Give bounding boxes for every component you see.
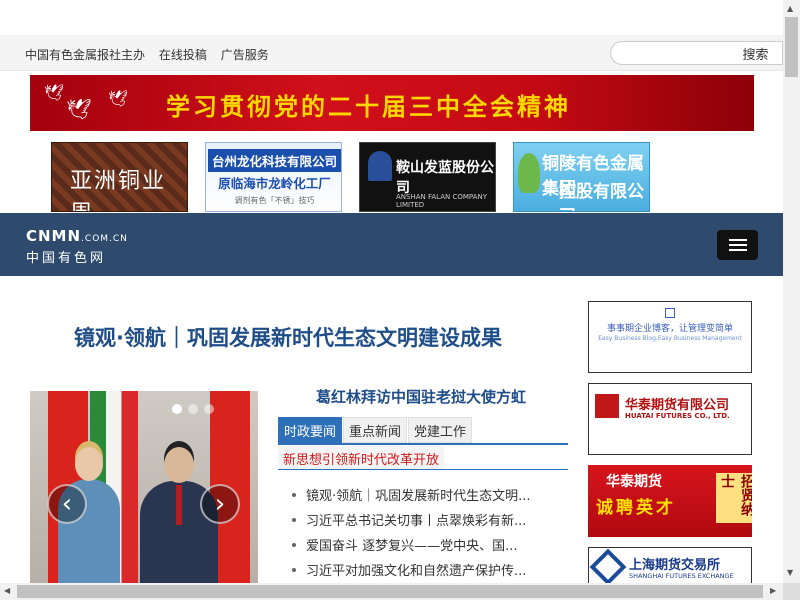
slider-dot[interactable]: [172, 404, 182, 414]
ad-text: 亚洲铜业周: [70, 169, 167, 211]
scrollbar-corner: [783, 583, 800, 600]
nav-bar: CNMN.COM.CN 中国有色网: [0, 213, 783, 276]
blog-logo-icon: [665, 308, 675, 318]
page: 中国有色金属报社主办 在线投稿 广告服务 搜索 🕊 🕊 🕊 学习贯彻党的二十届三…: [0, 0, 783, 583]
site-logo[interactable]: CNMN.COM.CN 中国有色网: [26, 227, 128, 266]
ad-enterprise-blog[interactable]: 事事期企业博客，让管理变简单 Easy Business Blog,Easy B…: [588, 301, 752, 373]
dove-icon: 🕊: [44, 83, 65, 102]
slider-prev-button[interactable]: ‹: [47, 484, 87, 524]
tab-politics[interactable]: 时政要闻: [278, 417, 343, 443]
top-links: 中国有色金属报社主办 在线投稿 广告服务: [25, 46, 279, 63]
shfe-logo-icon: [589, 548, 627, 583]
brand-en: CNMN: [26, 227, 82, 245]
slider-dot[interactable]: [204, 404, 214, 414]
huatai-logo-icon: [595, 394, 619, 418]
ad-text: 控股有限公司: [559, 182, 644, 211]
news-slider[interactable]: ‹ ›: [30, 391, 258, 583]
ad-text: 华泰期货有限公司: [625, 398, 730, 413]
ad-huatai-futures[interactable]: 华泰期货有限公司 HUATAI FUTURES CO., LTD.: [588, 383, 752, 455]
brand-domain: .COM.CN: [81, 234, 128, 244]
scroll-up-icon[interactable]: ▲: [787, 4, 793, 13]
scroll-right-icon[interactable]: ▶: [770, 586, 776, 595]
scroll-thumb[interactable]: [17, 585, 763, 598]
link-publisher[interactable]: 中国有色金属报社主办: [25, 48, 145, 62]
slider-dot[interactable]: [188, 404, 198, 414]
ad-text: ANSHAN FALAN COMPANY LIMITED: [396, 193, 487, 209]
link-ads[interactable]: 广告服务: [221, 48, 269, 62]
list-item[interactable]: 镜观·领航｜巩固发展新时代生态文明...: [292, 482, 562, 507]
ad-text: SHANGHAI FUTURES EXCHANGE: [629, 572, 734, 580]
top-bar: 中国有色金属报社主办 在线投稿 广告服务 搜索: [0, 35, 783, 71]
ad-text: Easy Business Blog,Easy Business Managem…: [598, 335, 742, 342]
dove-icon: 🕊: [108, 89, 129, 108]
news-tabs: 时政要闻 重点新闻 党建工作: [278, 417, 473, 443]
ad-longhua[interactable]: 台州龙化科技有限公司 原临海市龙岭化工厂 调剂有色「不锈」技巧: [205, 142, 342, 212]
search-input[interactable]: [610, 41, 730, 65]
ad-asia-copper-week[interactable]: 亚洲铜业周: [51, 142, 188, 212]
scroll-down-icon[interactable]: ▼: [787, 568, 793, 577]
list-item[interactable]: 习近平总书记关切事丨点翠焕彩有新...: [292, 507, 562, 532]
list-item[interactable]: 爱国奋斗 逐梦复兴——党中央、国...: [292, 532, 562, 557]
banner-text: 学习贯彻党的二十届三中全会精神: [166, 92, 571, 121]
divider: [278, 469, 568, 470]
brand-cn: 中国有色网: [26, 251, 107, 266]
ad-text: 华泰期货: [606, 474, 662, 490]
search-button[interactable]: 搜索: [729, 41, 783, 65]
ad-text: 调剂有色「不锈」技巧: [234, 196, 315, 205]
ad-text: 上海期货交易所: [629, 558, 721, 573]
featured-link[interactable]: 新思想引领新时代改革开放: [278, 446, 445, 470]
ad-text: 原临海市龙岭化工厂: [218, 176, 331, 191]
ad-shfe[interactable]: 上海期货交易所 SHANGHAI FUTURES EXCHANGE: [588, 547, 752, 583]
hamburger-menu-icon[interactable]: [717, 230, 758, 260]
top-banner[interactable]: 🕊 🕊 🕊 学习贯彻党的二十届三中全会精神: [30, 75, 754, 131]
tab-key-news[interactable]: 重点新闻: [343, 417, 408, 443]
tab-party-building[interactable]: 党建工作: [408, 417, 473, 443]
sub-headline[interactable]: 葛红林拜访中国驻老挝大使方虹: [316, 386, 526, 407]
vertical-scrollbar[interactable]: ▲ ▼: [783, 0, 800, 583]
leaf-logo-icon: [518, 153, 540, 193]
scroll-thumb[interactable]: [785, 17, 798, 77]
tab-underline: [278, 443, 568, 445]
ad-anshan-falan[interactable]: 鞍山发蓝股份公司 ANSHAN FALAN COMPANY LIMITED: [359, 142, 496, 212]
main-headline[interactable]: 镜观·领航｜巩固发展新时代生态文明建设成果: [74, 322, 502, 352]
slider-dots: [172, 404, 214, 414]
ad-text: 招贤纳士: [716, 473, 752, 523]
link-submit[interactable]: 在线投稿: [159, 48, 207, 62]
ad-tongling[interactable]: 铜陵有色金属集团 控股有限公司: [513, 142, 650, 212]
ad-text: 鞍山发蓝股份公司: [396, 160, 494, 196]
ad-text: 台州龙化科技有限公司: [208, 149, 341, 172]
scroll-left-icon[interactable]: ◀: [4, 586, 10, 595]
list-item[interactable]: 习近平对加强文化和自然遗产保护传...: [292, 557, 562, 582]
slider-next-button[interactable]: ›: [200, 484, 240, 524]
ad-text: HUATAI FUTURES CO., LTD.: [625, 412, 730, 420]
dove-icon: 🕊: [66, 97, 92, 121]
horizontal-scrollbar[interactable]: ◀ ▶: [0, 583, 783, 600]
news-list: 镜观·领航｜巩固发展新时代生态文明... 习近平总书记关切事丨点翠焕彩有新...…: [292, 482, 562, 582]
ad-text: 诚聘英才: [596, 498, 676, 518]
company-logo-icon: [368, 151, 392, 181]
ad-text: 事事期企业博客，让管理变简单: [606, 324, 733, 334]
ad-huatai-recruit[interactable]: 华泰期货 诚聘英才 招贤纳士: [588, 465, 752, 537]
